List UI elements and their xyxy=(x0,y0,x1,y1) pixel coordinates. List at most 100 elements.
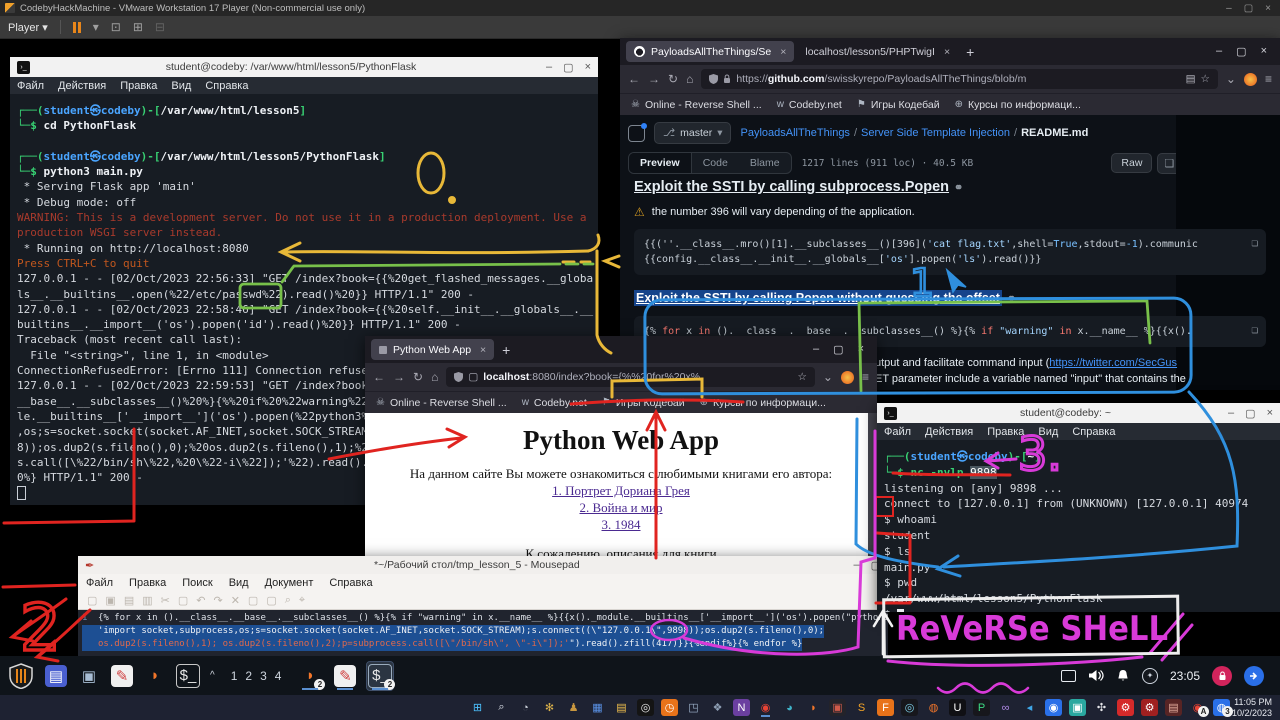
toolbar-icon[interactable]: ▤ xyxy=(124,594,134,607)
terminal-icon[interactable]: $_ xyxy=(175,662,201,690)
pycharm-icon[interactable]: P xyxy=(972,698,991,717)
back-icon[interactable]: ← xyxy=(628,72,640,86)
tab-close-icon[interactable]: × xyxy=(944,46,950,58)
toolbar-icon[interactable]: ⌖ xyxy=(299,594,305,607)
chrome-icon[interactable]: ◉ xyxy=(756,698,775,717)
photos-icon[interactable]: ▤ xyxy=(1164,698,1183,717)
figure-icon[interactable]: ♟ xyxy=(564,698,583,717)
gauge-icon[interactable]: ◔ xyxy=(516,698,535,717)
terminal-titlebar[interactable]: ›_ student@codeby: /var/www/html/lesson5… xyxy=(10,57,598,77)
bookmark-star-icon[interactable]: ☆ xyxy=(798,371,807,383)
toolbar-icon[interactable]: ▥ xyxy=(142,594,152,607)
close-button[interactable]: × xyxy=(585,61,591,73)
pause-vm-button[interactable] xyxy=(73,22,81,33)
menu-hamburger-icon[interactable]: ≡ xyxy=(1265,72,1272,86)
tab-payloadsallthethings[interactable]: PayloadsAllTheThings/Se × xyxy=(626,41,794,62)
firefox-account-icon[interactable] xyxy=(1244,73,1257,86)
bookmark-item[interactable]: ⊕Курсы по информаци... xyxy=(955,99,1081,111)
tab-preview[interactable]: Preview xyxy=(629,153,692,173)
menu-item[interactable]: Действия xyxy=(918,426,980,438)
menu-item[interactable]: Правка xyxy=(113,80,164,92)
anchor-link-icon[interactable]: ⚭ xyxy=(954,181,963,194)
bookmark-item[interactable]: ⊕Курсы по информаци... xyxy=(700,397,826,409)
lens-icon[interactable]: ◎ xyxy=(900,698,919,717)
vmware-close-button[interactable]: × xyxy=(1265,3,1271,14)
toolbar-icon[interactable]: ▢ xyxy=(178,594,188,607)
lock-status-icon[interactable] xyxy=(1212,666,1232,686)
tab-phptwig[interactable]: localhost/lesson5/PHPTwigI × xyxy=(797,41,958,62)
reload-icon[interactable]: ↻ xyxy=(413,370,423,384)
menu-hamburger-icon[interactable]: ≡ xyxy=(862,370,869,384)
start-icon[interactable]: ⊞ xyxy=(468,698,487,717)
readme-heading-popen-offset[interactable]: Exploit the SSTI by calling Popen withou… xyxy=(634,291,1266,305)
minimize-button[interactable]: – xyxy=(853,559,859,571)
menu-item[interactable]: Правка xyxy=(121,577,174,589)
raw-button[interactable]: Raw xyxy=(1111,153,1152,173)
ubuntu-timer-icon[interactable]: ◷ xyxy=(660,698,679,717)
breadcrumb-folder-link[interactable]: Server Side Template Injection xyxy=(861,127,1010,139)
sidebar-toggle-icon[interactable] xyxy=(628,125,645,142)
codeby-shield-icon[interactable] xyxy=(8,663,34,689)
update-arrow-icon[interactable] xyxy=(1244,666,1264,686)
gear-dark-icon[interactable]: ⚙ xyxy=(1140,698,1159,717)
vmware-maximize-button[interactable]: ▢ xyxy=(1244,3,1253,14)
book-link[interactable]: 2. Война и мир xyxy=(365,499,877,516)
mousepad-icon[interactable]: ✎ xyxy=(109,662,135,690)
forward-icon[interactable]: → xyxy=(393,370,405,384)
search-icon[interactable]: ⌕ xyxy=(492,698,511,717)
toolbar-icon[interactable]: ✕ xyxy=(231,594,240,607)
sublime-icon[interactable]: S xyxy=(852,698,871,717)
volume-icon[interactable] xyxy=(1088,669,1104,682)
vscode-icon[interactable]: ◂ xyxy=(1020,698,1039,717)
firefox-icon[interactable]: ◗ xyxy=(142,662,168,690)
tab-code[interactable]: Code xyxy=(692,153,739,173)
toolbar-icon[interactable]: ⌕ xyxy=(285,594,291,607)
copy-code-icon[interactable]: ❏ xyxy=(1245,322,1258,337)
twitter-link[interactable]: https://twitter.com/SecGus xyxy=(1049,357,1177,369)
menu-item[interactable]: Вид xyxy=(221,577,257,589)
menu-item[interactable]: Справка xyxy=(198,80,255,92)
url-bar[interactable]: https://github.com/swisskyrepo/PayloadsA… xyxy=(701,69,1218,89)
menu-item[interactable]: Вид xyxy=(164,80,198,92)
bookmark-item[interactable]: wCodeby.net xyxy=(522,397,587,409)
readme-heading-subprocess-popen[interactable]: Exploit the SSTI by calling subprocess.P… xyxy=(634,179,1266,195)
minimize-button[interactable]: – xyxy=(546,61,552,73)
menu-item[interactable]: Правка xyxy=(980,426,1031,438)
gear-red-icon[interactable]: ⚙ xyxy=(1116,698,1135,717)
chrome-a-icon[interactable]: ◉A xyxy=(1188,698,1207,717)
bookmark-item[interactable]: ⚑Игры Кодебай xyxy=(602,397,685,409)
firefox-host-icon[interactable]: ◗ xyxy=(804,698,823,717)
pinwheel-icon[interactable]: ✻ xyxy=(540,698,559,717)
menu-item[interactable]: Файл xyxy=(10,80,51,92)
calendar-icon[interactable]: ▦ xyxy=(588,698,607,717)
host-clock[interactable]: 11:05 PM 10/2/2023 xyxy=(1232,697,1272,718)
toolbar-icon[interactable]: ↷ xyxy=(213,594,222,607)
player-menu-button[interactable]: Player ▾ xyxy=(8,21,48,34)
onenote-icon[interactable]: N xyxy=(732,698,751,717)
new-tab-button[interactable]: + xyxy=(502,342,510,358)
send-ctrl-alt-del-icon[interactable]: ⊡ xyxy=(111,20,121,34)
close-button[interactable]: × xyxy=(858,343,864,356)
tab-close-icon[interactable]: × xyxy=(780,46,786,58)
menu-item[interactable]: Поиск xyxy=(174,577,220,589)
terminal-output[interactable]: ┌──(student㉿codeby)-[~]└─$ nc -nvlp 9898… xyxy=(877,440,1280,612)
visual-studio-icon[interactable]: ∞ xyxy=(996,698,1015,717)
unreal-icon[interactable]: U xyxy=(948,698,967,717)
minimize-button[interactable]: – xyxy=(1216,45,1222,58)
menu-item[interactable]: Справка xyxy=(1065,426,1122,438)
maximize-button[interactable]: ▢ xyxy=(1245,407,1255,420)
workspace-number[interactable]: 2 xyxy=(245,669,252,683)
maximize-button[interactable]: ▢ xyxy=(833,343,843,356)
workspace-number[interactable]: 3 xyxy=(260,669,267,683)
menu-item[interactable]: Файл xyxy=(78,577,121,589)
chevron-up-icon[interactable]: ^ xyxy=(210,670,215,681)
maximize-button[interactable]: ▢ xyxy=(563,61,573,74)
toolbar-icon[interactable]: ▢ xyxy=(248,594,258,607)
book-link[interactable]: 3. 1984 xyxy=(365,516,877,533)
tab-python-web-app[interactable]: Python Web App × xyxy=(371,339,494,360)
virtualbox-icon[interactable]: ◳ xyxy=(684,698,703,717)
copy-code-icon[interactable]: ❏ xyxy=(1245,235,1258,250)
vm-clock[interactable]: 23:05 xyxy=(1170,669,1200,683)
mousepad-titlebar[interactable]: ✒ *~/Рабочий стол/tmp_lesson_5 - Mousepa… xyxy=(78,556,888,574)
app-red-icon[interactable]: ▣ xyxy=(828,698,847,717)
